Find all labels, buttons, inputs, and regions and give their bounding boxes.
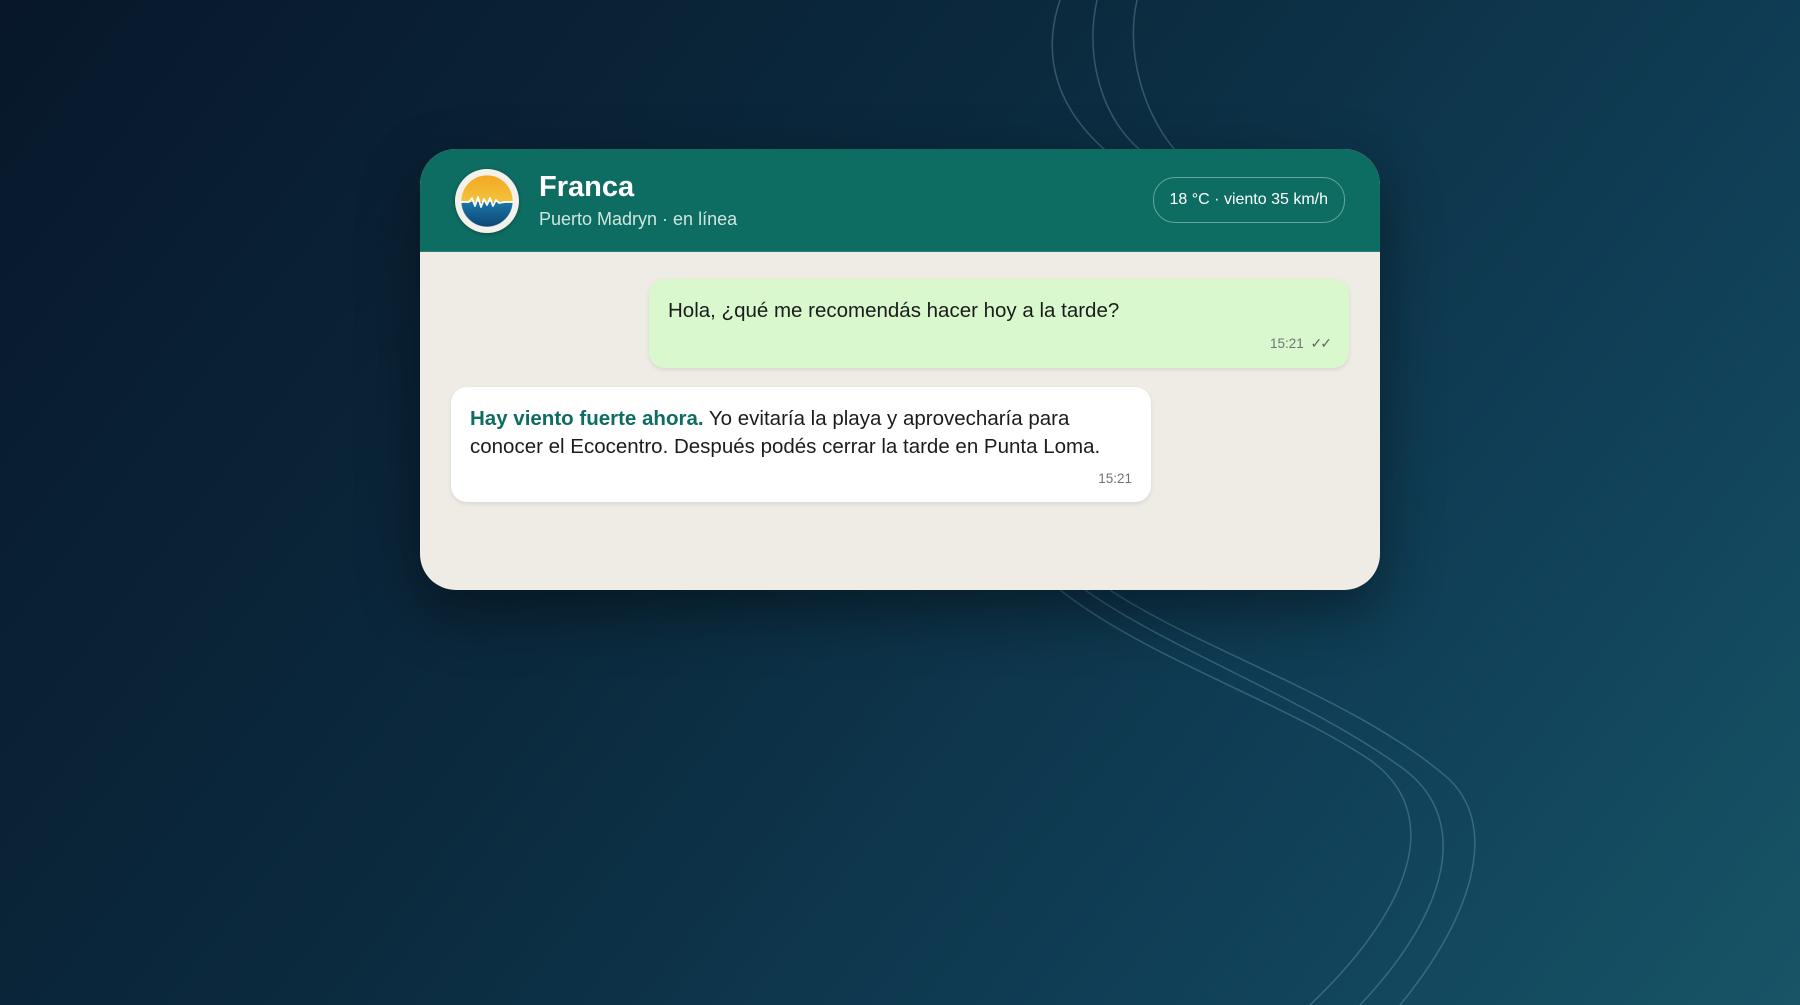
message-text: Hay viento fuerte ahora. Yo evitaría la … bbox=[470, 405, 1132, 461]
double-check-icon: ✓✓ bbox=[1310, 335, 1333, 351]
weather-badge: 18 °C · viento 35 km/h bbox=[1152, 177, 1345, 223]
message-highlight: Hay viento fuerte ahora. bbox=[470, 407, 704, 430]
chat-window: Franca Puerto Madryn · en línea 18 °C · … bbox=[420, 149, 1380, 590]
contact-name: Franca bbox=[539, 171, 635, 203]
message-time: 15:21 bbox=[1269, 336, 1304, 351]
outgoing-message-bubble[interactable]: Hola, ¿qué me recomendás hacer hoy a la … bbox=[649, 279, 1349, 368]
message-text: Hola, ¿qué me recomendás hacer hoy a la … bbox=[668, 299, 1120, 322]
contact-avatar[interactable] bbox=[455, 169, 519, 233]
message-time: 15:21 bbox=[1098, 471, 1132, 486]
contact-status: Puerto Madryn · en línea bbox=[539, 209, 738, 229]
chat-header: Franca Puerto Madryn · en línea 18 °C · … bbox=[420, 149, 1380, 252]
message-meta: 15:21 ✓✓ bbox=[1269, 335, 1333, 352]
sunset-sea-logo-icon bbox=[460, 174, 514, 228]
incoming-message-bubble[interactable]: Hay viento fuerte ahora. Yo evitaría la … bbox=[451, 387, 1151, 502]
